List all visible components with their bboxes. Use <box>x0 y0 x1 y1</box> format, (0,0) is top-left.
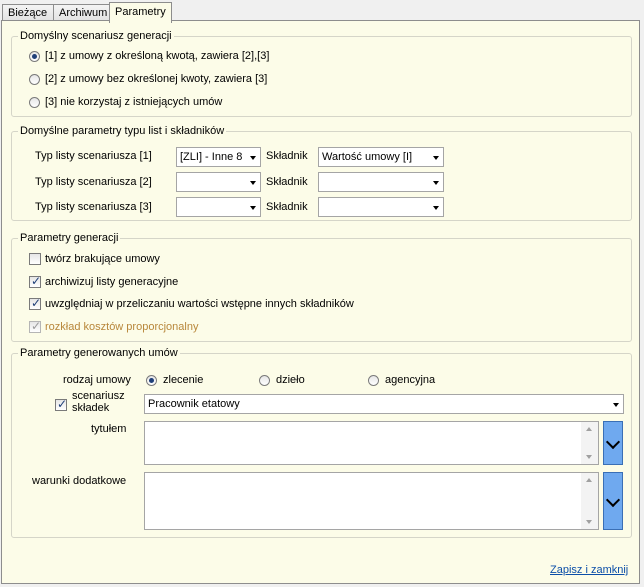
chevron-down-icon <box>605 492 621 508</box>
conditions-label: warunki dodatkowe <box>32 475 127 487</box>
contract-agencyjna-label[interactable]: agencyjna <box>385 374 435 386</box>
group-title: Domyślny scenariusz generacji <box>18 29 174 43</box>
list-type-3-label: Typ listy scenariusza [3] <box>35 201 152 213</box>
save-and-close-link[interactable]: Zapisz i zamknij <box>550 564 628 576</box>
component-1-label: Składnik <box>266 150 308 162</box>
chevron-down-icon <box>250 181 256 185</box>
contract-params-group: Parametry generowanych umów rodzaj umowy… <box>11 346 632 538</box>
list-type-2-select[interactable] <box>176 172 261 192</box>
archive-lists-label[interactable]: archiwizuj listy generacyjne <box>45 276 178 288</box>
scroll-down-icon[interactable] <box>586 520 592 524</box>
chevron-down-icon <box>250 156 256 160</box>
list-type-3-select[interactable] <box>176 197 261 217</box>
scenario-2-radio[interactable] <box>29 74 40 85</box>
title-label: tytułem <box>91 423 127 435</box>
component-2-select[interactable] <box>318 172 444 192</box>
title-textarea[interactable] <box>144 421 599 465</box>
contract-zlecenie-radio[interactable] <box>146 375 157 386</box>
contract-dzielo-radio[interactable] <box>259 375 270 386</box>
generation-params-group: Parametry generacji twórz brakujące umow… <box>11 231 632 342</box>
default-list-params-group: Domyślne parametry typu list i składnikó… <box>11 124 632 221</box>
contract-agencyjna-radio[interactable] <box>368 375 379 386</box>
chevron-down-icon <box>613 403 619 407</box>
list-type-1-label: Typ listy scenariusza [1] <box>35 150 152 162</box>
list-type-1-select[interactable]: [ZLI] - Inne 8 <box>176 147 261 167</box>
label-line: składek <box>72 402 110 414</box>
conditions-scrollbar[interactable] <box>581 473 598 529</box>
title-scrollbar[interactable] <box>581 422 598 464</box>
scenario-2-label[interactable]: [2] z umowy bez określonej kwoty, zawier… <box>45 73 267 85</box>
proportional-cost-label: rozkład kosztów proporcjonalny <box>45 321 199 333</box>
scenario-3-radio[interactable] <box>29 97 40 108</box>
contribution-scenario-checkbox[interactable] <box>55 397 67 411</box>
tab-label: Bieżące <box>8 7 48 19</box>
label-line: scenariusz <box>72 390 125 402</box>
component-3-select[interactable] <box>318 197 444 217</box>
create-missing-contracts-label[interactable]: twórz brakujące umowy <box>45 253 160 265</box>
tab-archiwum[interactable]: Archiwum <box>53 4 110 21</box>
component-1-select[interactable]: Wartość umowy [I] <box>318 147 444 167</box>
include-initial-values-checkbox[interactable] <box>29 296 41 310</box>
conditions-dropdown-button[interactable] <box>603 472 623 530</box>
scenario-1-radio[interactable] <box>29 51 40 62</box>
chevron-down-icon <box>433 181 439 185</box>
group-title: Parametry generowanych umów <box>18 346 180 360</box>
proportional-cost-checkbox <box>29 319 41 333</box>
scroll-up-icon[interactable] <box>586 427 592 431</box>
tab-label: Archiwum <box>59 7 108 19</box>
chevron-down-icon <box>433 156 439 160</box>
scroll-down-icon[interactable] <box>586 455 592 459</box>
create-missing-contracts-checkbox[interactable] <box>29 253 41 265</box>
group-title: Domyślne parametry typu list i składnikó… <box>18 124 227 138</box>
component-2-label: Składnik <box>266 176 308 188</box>
include-initial-values-label[interactable]: uwzględniaj w przeliczaniu wartości wstę… <box>45 298 354 310</box>
chevron-down-icon <box>605 434 621 450</box>
contract-type-label: rodzaj umowy <box>63 374 131 386</box>
archive-lists-checkbox[interactable] <box>29 274 41 288</box>
group-title: Parametry generacji <box>18 231 121 245</box>
default-scenario-group: Domyślny scenariusz generacji [1] z umow… <box>11 29 632 117</box>
scenario-3-label[interactable]: [3] nie korzystaj z istniejących umów <box>45 96 222 108</box>
conditions-textarea[interactable] <box>144 472 599 530</box>
contribution-scenario-select[interactable]: Pracownik etatowy <box>144 394 624 414</box>
select-value: [ZLI] - Inne 8 <box>180 151 243 163</box>
chevron-down-icon <box>433 206 439 210</box>
title-dropdown-button[interactable] <box>603 421 623 465</box>
component-3-label: Składnik <box>266 201 308 213</box>
scroll-up-icon[interactable] <box>586 478 592 482</box>
select-value: Pracownik etatowy <box>148 398 240 410</box>
chevron-down-icon <box>250 206 256 210</box>
select-value: Wartość umowy [I] <box>322 151 413 163</box>
parameters-panel: Domyślny scenariusz generacji [1] z umow… <box>1 20 640 584</box>
contribution-scenario-label[interactable]: scenariusz składek <box>72 390 125 414</box>
list-type-2-label: Typ listy scenariusza [2] <box>35 176 152 188</box>
tab-parametry[interactable]: Parametry <box>109 2 172 23</box>
tab-label: Parametry <box>115 6 166 18</box>
contract-dzielo-label[interactable]: dzieło <box>276 374 305 386</box>
tab-biezace[interactable]: Bieżące <box>2 4 54 21</box>
contract-zlecenie-label[interactable]: zlecenie <box>163 374 203 386</box>
scenario-1-label[interactable]: [1] z umowy z określoną kwotą, zawiera [… <box>45 50 269 62</box>
